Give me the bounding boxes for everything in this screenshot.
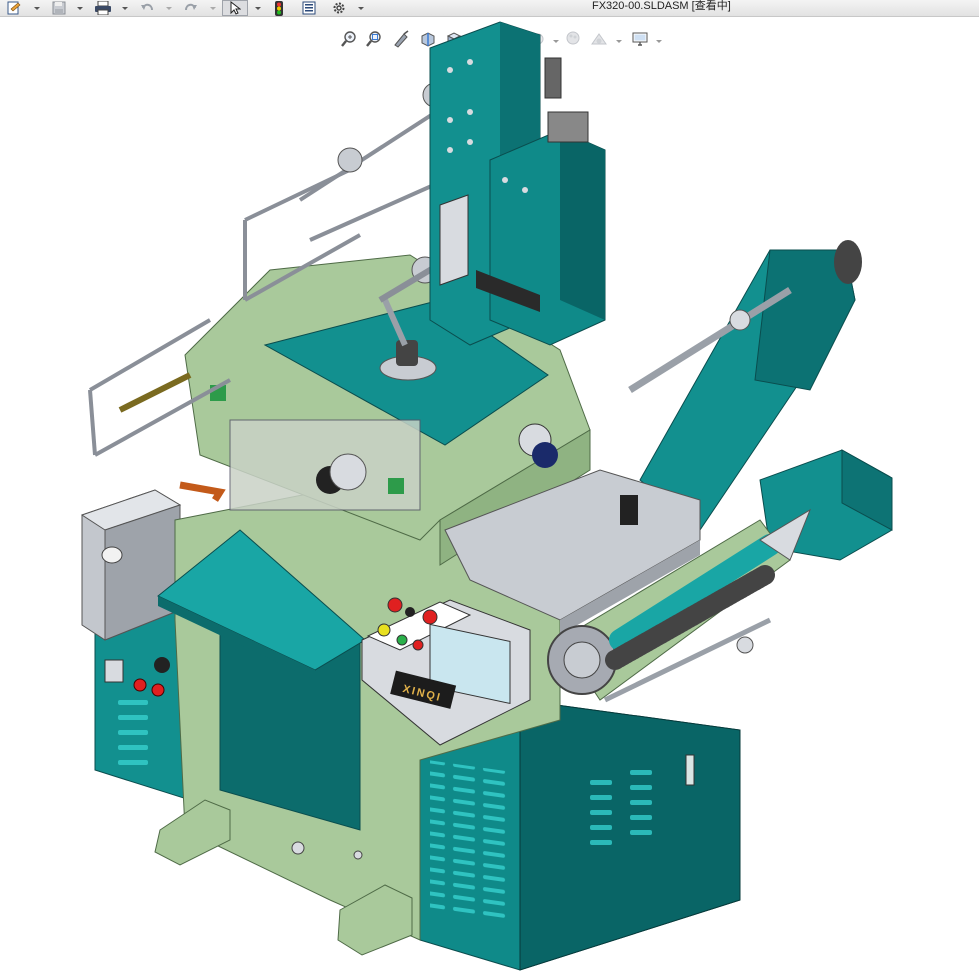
chevron-down-icon[interactable]	[121, 3, 128, 13]
chevron-down-icon[interactable]	[357, 3, 364, 13]
file-properties-icon[interactable]	[300, 0, 318, 16]
document-title: FX320-00.SLDASM [查看中]	[592, 0, 731, 12]
new-document-icon[interactable]	[4, 0, 24, 16]
rebuild-traffic-light-icon[interactable]	[271, 0, 287, 16]
graphics-area[interactable]: XINQI	[0, 17, 979, 975]
select-arrow-icon[interactable]	[222, 0, 248, 16]
chevron-down-icon[interactable]	[209, 3, 216, 13]
chevron-down-icon[interactable]	[76, 3, 83, 13]
redo-icon[interactable]	[182, 0, 200, 16]
chevron-down-icon[interactable]	[33, 3, 40, 13]
quick-access-toolbar: FX320-00.SLDASM [查看中]	[0, 0, 979, 17]
undo-icon[interactable]	[138, 0, 156, 16]
chevron-down-icon[interactable]	[165, 3, 172, 13]
save-icon[interactable]	[50, 0, 68, 16]
options-gear-icon[interactable]	[330, 0, 348, 16]
print-icon[interactable]	[93, 0, 113, 16]
chevron-down-icon[interactable]	[254, 3, 261, 13]
machine-assembly-model[interactable]: XINQI	[0, 17, 979, 975]
